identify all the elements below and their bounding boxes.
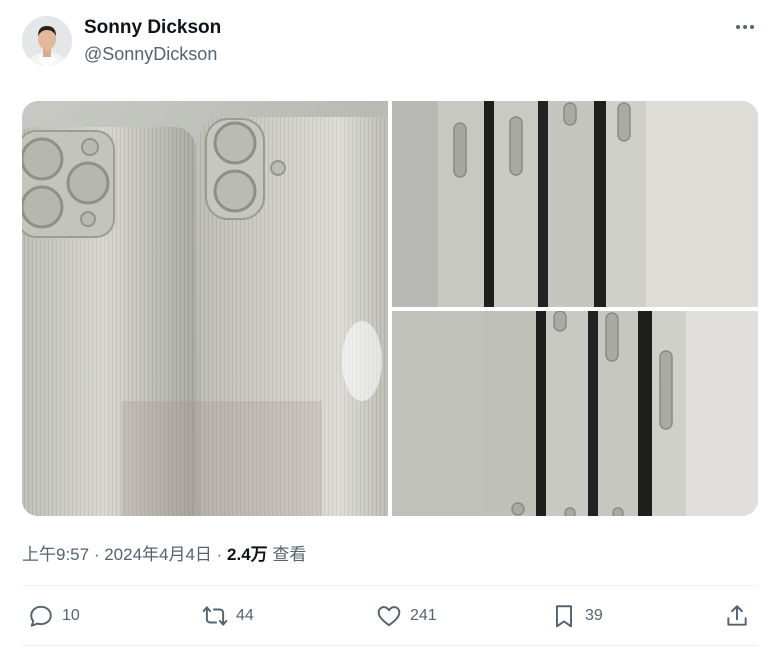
- photo-phone-backs[interactable]: [22, 101, 388, 516]
- views-label: 查看: [267, 545, 307, 564]
- reply-icon: [30, 605, 52, 627]
- bookmark-icon: [555, 605, 573, 628]
- tweet-date[interactable]: 2024年4月4日: [104, 545, 212, 564]
- views-count: 2.4万: [227, 545, 268, 564]
- share-button[interactable]: [724, 602, 758, 630]
- repost-button[interactable]: 44: [202, 602, 254, 630]
- repost-count: 44: [236, 607, 254, 624]
- photo-side-buttons-top[interactable]: [392, 101, 758, 307]
- reply-count: 10: [62, 607, 80, 624]
- reply-button[interactable]: 10: [28, 602, 80, 630]
- tweet-time[interactable]: 上午9:57: [22, 545, 89, 564]
- author-handle[interactable]: @SonnyDickson: [84, 44, 217, 65]
- bookmark-count: 39: [585, 607, 603, 624]
- like-count: 241: [410, 607, 437, 624]
- divider: [22, 585, 758, 586]
- heart-icon: [377, 606, 401, 627]
- more-options-icon[interactable]: [734, 18, 756, 36]
- author-avatar[interactable]: [22, 16, 72, 66]
- divider: [22, 645, 758, 646]
- like-button[interactable]: 241: [376, 602, 437, 630]
- share-icon: [727, 605, 747, 626]
- author-name[interactable]: Sonny Dickson: [84, 17, 221, 39]
- meta-separator: ·: [89, 545, 105, 564]
- meta-separator: ·: [211, 545, 228, 564]
- media-grid: [22, 101, 758, 516]
- photo-side-buttons-bottom[interactable]: [392, 311, 758, 516]
- profile-photo-icon: [22, 16, 72, 66]
- repost-icon: [202, 606, 228, 626]
- bookmark-button[interactable]: 39: [551, 602, 603, 630]
- tweet-meta: 上午9:57 · 2024年4月4日 · 2.4万 查看: [22, 540, 306, 565]
